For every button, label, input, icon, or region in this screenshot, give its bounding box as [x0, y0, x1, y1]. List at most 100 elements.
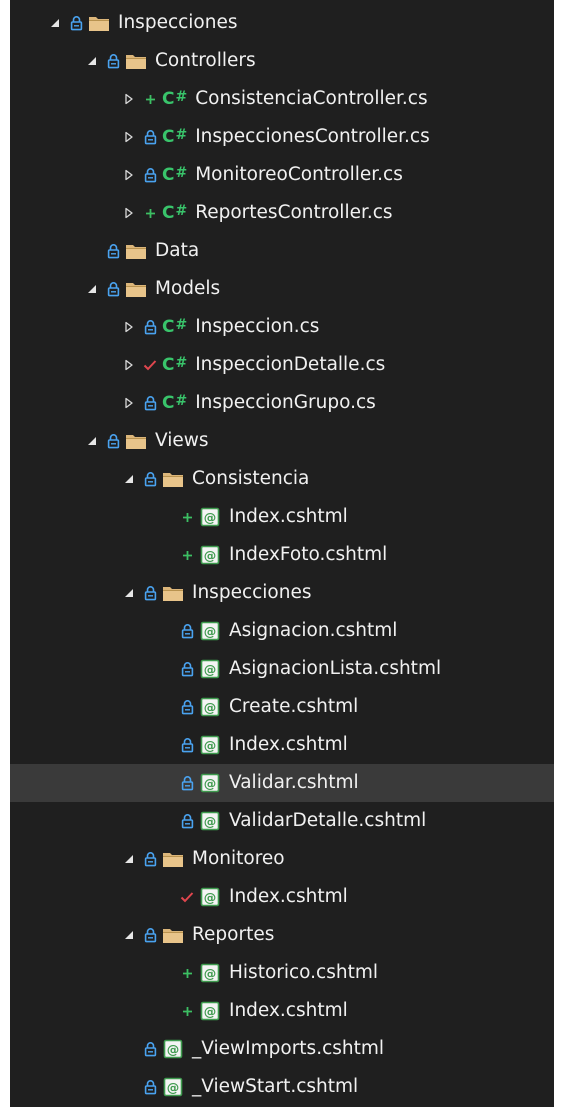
expand-arrow-icon[interactable]	[85, 54, 99, 68]
csharp-hash: #	[175, 203, 188, 219]
tree-item-label: Index.cshtml	[229, 734, 348, 755]
svg-text:@: @	[167, 1080, 180, 1095]
svg-text:@: @	[167, 1042, 180, 1057]
tree-item[interactable]: @ _ViewStart.cshtml	[10, 1068, 554, 1106]
plus-icon	[142, 90, 158, 108]
tree-item[interactable]: Inspecciones	[10, 574, 554, 612]
lock-icon	[179, 812, 195, 830]
tree-item[interactable]: C # ConsistenciaController.cs	[10, 80, 554, 118]
csharp-letter: C	[162, 393, 175, 413]
tree-item[interactable]: @ Index.cshtml	[10, 726, 554, 764]
plus-icon	[179, 508, 195, 526]
tree-item[interactable]: @ ValidarDetalle.cshtml	[10, 802, 554, 840]
tree-item[interactable]: C # InspeccionDetalle.cs	[10, 346, 554, 384]
tree-item[interactable]: @ Create.cshtml	[10, 688, 554, 726]
csharp-hash: #	[175, 165, 188, 181]
tree-item[interactable]: @ Index.cshtml	[10, 992, 554, 1030]
collapse-arrow-icon[interactable]	[122, 358, 136, 372]
lock-icon	[142, 926, 158, 944]
tree-item-label: MonitoreoController.cs	[195, 164, 403, 185]
expand-arrow-icon[interactable]	[48, 16, 62, 30]
tree-item-label: Inspecciones	[192, 582, 312, 603]
csharp-letter: C	[162, 165, 175, 185]
tree-item-label: Inspecciones	[118, 12, 238, 33]
tree-item[interactable]: Inspecciones	[10, 4, 554, 42]
tree-item[interactable]: C # Inspeccion.cs	[10, 308, 554, 346]
svg-text:@: @	[204, 662, 217, 677]
tree-item[interactable]: Reportes	[10, 916, 554, 954]
tree-item[interactable]: C # ReportesController.cs	[10, 194, 554, 232]
tree-item-label: InspeccionDetalle.cs	[195, 354, 386, 375]
folder-icon	[162, 925, 184, 945]
csharp-hash: #	[175, 127, 188, 143]
folder-icon	[125, 241, 147, 261]
tree-item[interactable]: @ Historico.cshtml	[10, 954, 554, 992]
tree-item[interactable]: @ AsignacionLista.cshtml	[10, 650, 554, 688]
tree-item-label: IndexFoto.cshtml	[229, 544, 388, 565]
csharp-icon: C #	[162, 89, 187, 109]
tree-item[interactable]: Consistencia	[10, 460, 554, 498]
checkmark-icon	[142, 356, 158, 374]
expand-arrow-icon[interactable]	[85, 282, 99, 296]
collapse-arrow-icon[interactable]	[122, 168, 136, 182]
expand-arrow-icon[interactable]	[122, 852, 136, 866]
expand-arrow-icon[interactable]	[85, 434, 99, 448]
checkmark-icon	[179, 888, 195, 906]
lock-icon	[142, 1040, 158, 1058]
csharp-icon: C #	[162, 165, 187, 185]
tree-item[interactable]: @ Index.cshtml	[10, 498, 554, 536]
collapse-arrow-icon[interactable]	[122, 92, 136, 106]
collapse-arrow-icon[interactable]	[122, 206, 136, 220]
tree-item[interactable]: @ _ViewImports.cshtml	[10, 1030, 554, 1068]
tree-item[interactable]: Models	[10, 270, 554, 308]
svg-text:@: @	[204, 510, 217, 525]
tree-item-label: Asignacion.cshtml	[229, 620, 398, 641]
lock-icon	[105, 432, 121, 450]
plus-icon	[179, 1002, 195, 1020]
csharp-letter: C	[162, 355, 175, 375]
tree-item-label: Index.cshtml	[229, 886, 348, 907]
plus-icon	[142, 204, 158, 222]
solution-explorer-tree: Inspecciones Controllers C # ConsistenciaCon…	[10, 0, 554, 1107]
tree-item[interactable]: Controllers	[10, 42, 554, 80]
tree-item[interactable]: Monitoreo	[10, 840, 554, 878]
expand-arrow-icon[interactable]	[122, 586, 136, 600]
tree-item-label: Monitoreo	[192, 848, 285, 869]
razor-icon: @	[199, 507, 221, 527]
lock-icon	[105, 280, 121, 298]
tree-item[interactable]: @ Asignacion.cshtml	[10, 612, 554, 650]
csharp-letter: C	[162, 203, 175, 223]
tree-item-label: Index.cshtml	[229, 1000, 348, 1021]
tree-item[interactable]: @ Index.cshtml	[10, 878, 554, 916]
tree-item[interactable]: C # InspeccionesController.cs	[10, 118, 554, 156]
lock-icon	[179, 736, 195, 754]
tree-item[interactable]: Data	[10, 232, 554, 270]
tree-item-label: Consistencia	[192, 468, 310, 489]
tree-item[interactable]: @ Validar.cshtml	[10, 764, 554, 802]
tree-item-label: ConsistenciaController.cs	[195, 88, 428, 109]
tree-item[interactable]: Views	[10, 422, 554, 460]
collapse-arrow-icon[interactable]	[122, 130, 136, 144]
lock-icon	[179, 660, 195, 678]
tree-item-label: InspeccionGrupo.cs	[195, 392, 376, 413]
expand-arrow-icon[interactable]	[122, 928, 136, 942]
collapse-arrow-icon[interactable]	[122, 320, 136, 334]
tree-item[interactable]: C # InspeccionGrupo.cs	[10, 384, 554, 422]
tree-item[interactable]: @ IndexFoto.cshtml	[10, 536, 554, 574]
tree-item[interactable]: C # MonitoreoController.cs	[10, 156, 554, 194]
collapse-arrow-icon[interactable]	[122, 396, 136, 410]
svg-text:@: @	[204, 624, 217, 639]
lock-icon	[142, 850, 158, 868]
svg-text:@: @	[204, 890, 217, 905]
expand-arrow-icon[interactable]	[122, 472, 136, 486]
